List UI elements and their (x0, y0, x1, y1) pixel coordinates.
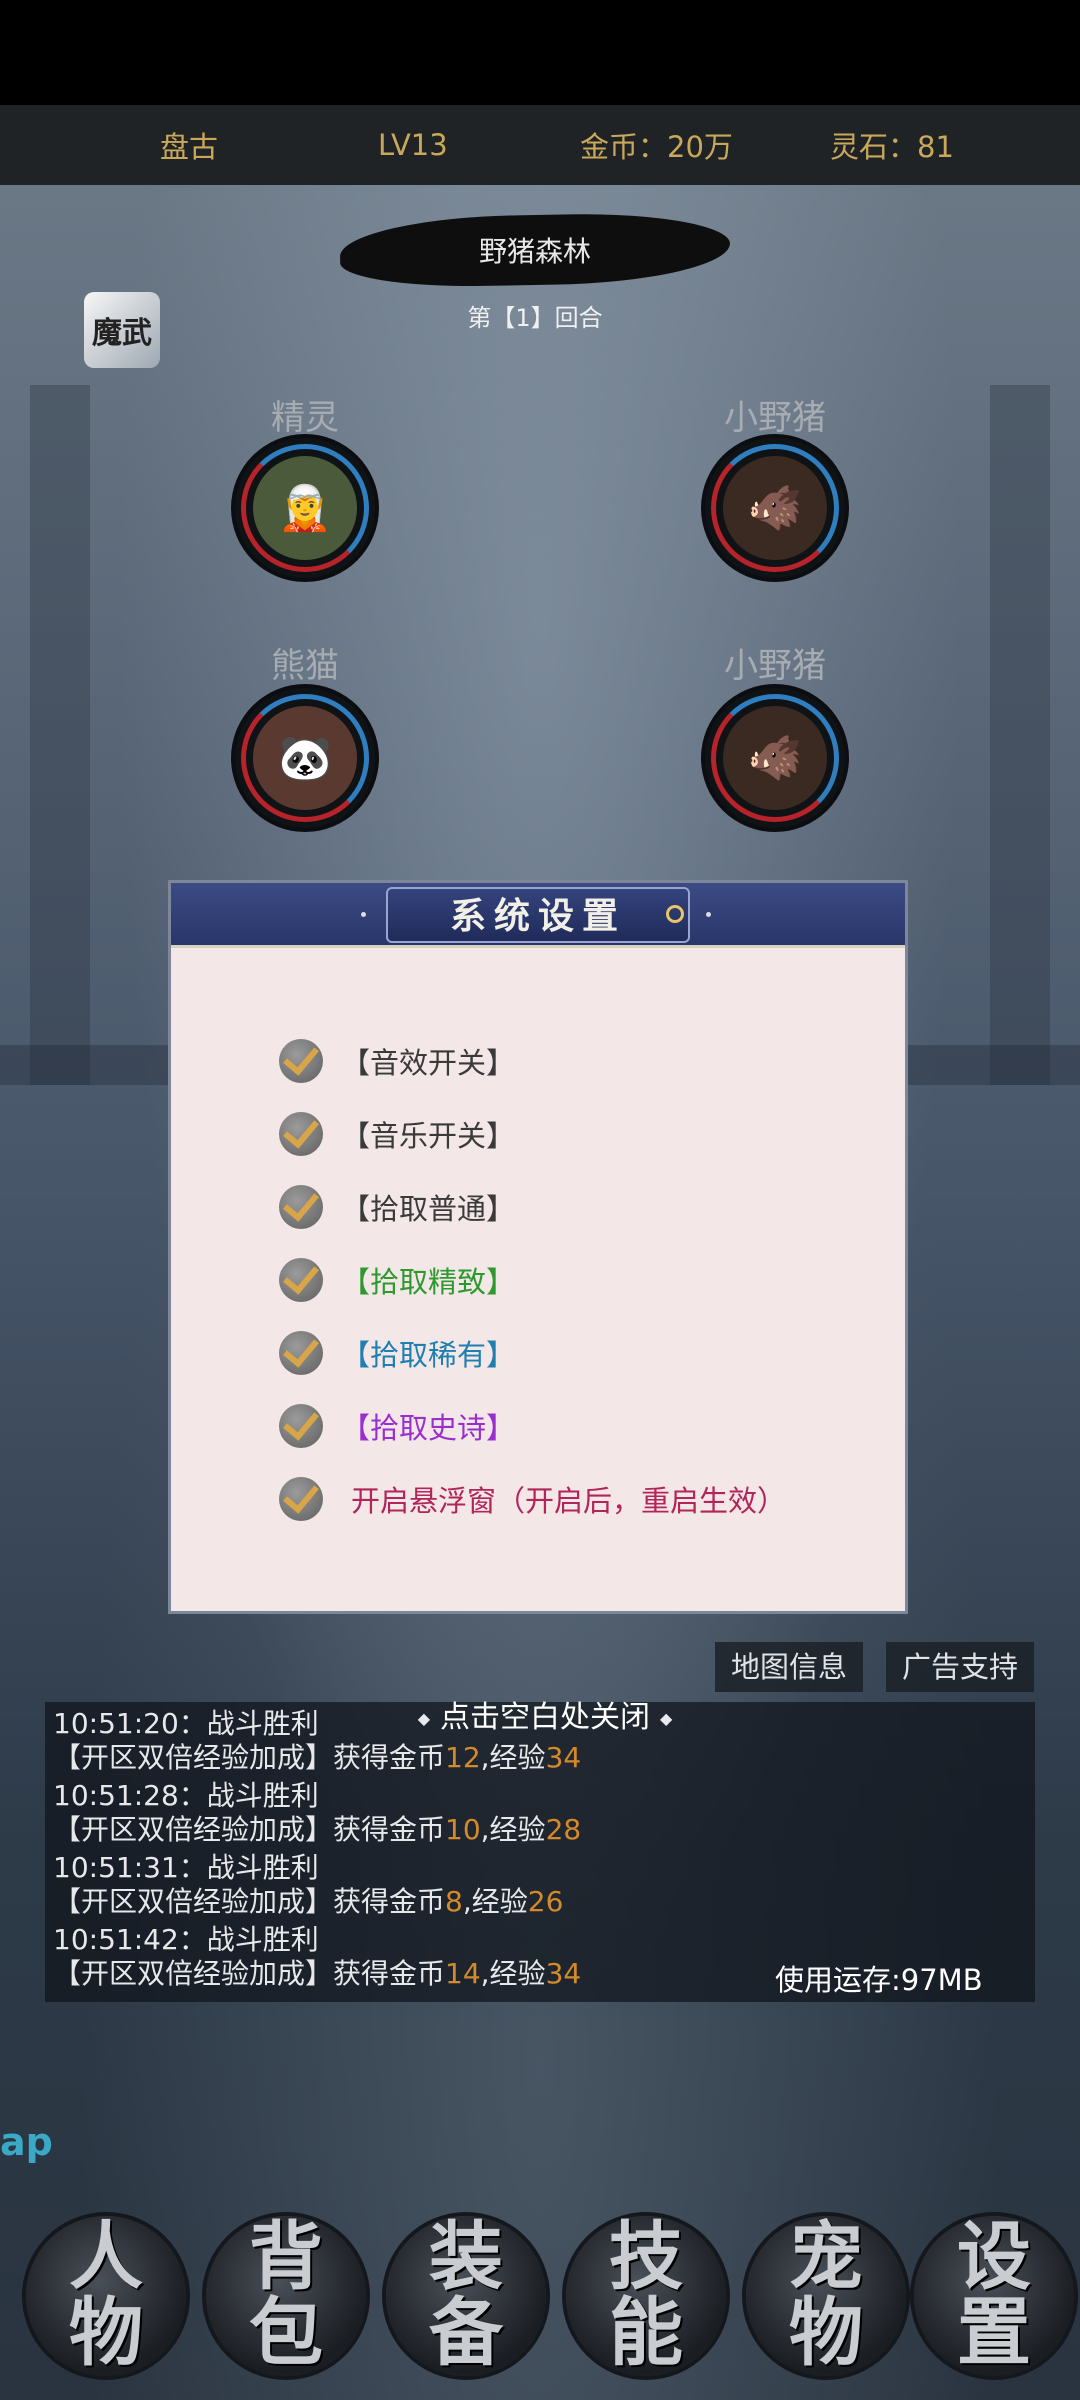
log-line: 【开区双倍经验加成】获得金币12,经验34 (53, 1741, 582, 1774)
nav-pets-button[interactable]: 宠 物 (746, 2216, 906, 2376)
map-name: 野猪森林 (478, 235, 591, 268)
nav-character-button[interactable]: 人 物 (26, 2216, 186, 2376)
checkbox-checked-icon[interactable] (279, 1185, 323, 1229)
option-sound-effects[interactable]: 【音效开关】 (279, 1031, 515, 1091)
boar-avatar-icon: 🐗 (723, 706, 827, 810)
option-label: 开启悬浮窗（开启后，重启生效） (351, 1484, 787, 1518)
checkbox-checked-icon[interactable] (279, 1404, 323, 1448)
system-top-bar (0, 0, 1080, 105)
checkbox-checked-icon[interactable] (279, 1039, 323, 1083)
system-settings-dialog: 系统设置 【音效开关】 【音乐开关】 【拾取普通】 【拾取精致】 【拾取稀有】 … (168, 880, 908, 1614)
checkbox-checked-icon[interactable] (279, 1112, 323, 1156)
log-line: 【开区双倍经验加成】获得金币10,经验28 (53, 1813, 582, 1846)
unit-portrait-boar[interactable]: 🐗 (705, 438, 845, 578)
option-label: 【拾取稀有】 (341, 1338, 516, 1372)
player-name: 盘古 (160, 130, 219, 164)
ad-support-button[interactable]: 广告支持 (886, 1642, 1034, 1692)
checkbox-checked-icon[interactable] (279, 1331, 323, 1375)
dialog-header: 系统设置 (171, 883, 905, 948)
diamond-ornament-icon: ◆ (417, 1709, 430, 1728)
spirit-stone-count: 灵石：81 (830, 130, 954, 164)
option-label: 【拾取史诗】 (341, 1411, 516, 1445)
option-pickup-common[interactable]: 【拾取普通】 (279, 1177, 515, 1237)
gold-count: 金币：20万 (580, 130, 733, 164)
checkbox-checked-icon[interactable] (279, 1477, 323, 1521)
player-status-bar: 盘古 LV13 金币：20万 灵石：81 (0, 105, 1080, 185)
option-label: 【拾取普通】 (341, 1192, 516, 1226)
dialog-title: 系统设置 (386, 887, 690, 943)
checkbox-checked-icon[interactable] (279, 1258, 323, 1302)
diamond-ornament-icon: ◆ (660, 1709, 673, 1728)
side-floating-text[interactable]: ap (0, 2120, 53, 2164)
option-pickup-rare[interactable]: 【拾取稀有】 (279, 1323, 515, 1383)
unit-name: 熊猫 (271, 646, 339, 686)
ornament-dot (361, 912, 366, 917)
log-line: 【开区双倍经验加成】获得金币8,经验26 (53, 1885, 564, 1918)
ornament-dot (706, 912, 711, 917)
unit-name: 小野猪 (724, 646, 826, 686)
bottom-navigation: 人 物 背 包 装 备 技 能 宠 物 设 置 (0, 2190, 1080, 2400)
nav-settings-button[interactable]: 设 置 (914, 2216, 1074, 2376)
app-logo-text: 魔武 (92, 316, 152, 351)
memory-usage: 使用运存:97MB (775, 1963, 983, 1997)
option-pickup-fine[interactable]: 【拾取精致】 (279, 1250, 515, 1310)
app-logo-icon[interactable]: 魔武 (84, 292, 160, 368)
unit-portrait-panda[interactable]: 🐼 (235, 688, 375, 828)
panda-avatar-icon: 🐼 (253, 706, 357, 810)
option-floating-window[interactable]: 开启悬浮窗（开启后，重启生效） (279, 1469, 786, 1529)
round-counter: 第【1】回合 (467, 304, 603, 332)
nav-bag-button[interactable]: 背 包 (206, 2216, 366, 2376)
unit-name: 小野猪 (724, 398, 826, 438)
option-music[interactable]: 【音乐开关】 (279, 1104, 515, 1164)
background-pillar (990, 385, 1050, 1085)
crescent-moon-icon (666, 905, 684, 923)
option-pickup-epic[interactable]: 【拾取史诗】 (279, 1396, 515, 1456)
elf-avatar-icon: 🧝 (253, 456, 357, 560)
player-level: LV13 (378, 128, 448, 162)
option-label: 【拾取精致】 (341, 1265, 516, 1299)
background-pillar (30, 385, 90, 1085)
option-label: 【音乐开关】 (341, 1119, 516, 1153)
unit-portrait-elf[interactable]: 🧝 (235, 438, 375, 578)
unit-portrait-boar-2[interactable]: 🐗 (705, 688, 845, 828)
close-hint: ◆ 点击空白处关闭 ◆ (417, 1700, 673, 1735)
option-label: 【音效开关】 (341, 1046, 516, 1080)
nav-equipment-button[interactable]: 装 备 (386, 2216, 546, 2376)
boar-avatar-icon: 🐗 (723, 456, 827, 560)
unit-name: 精灵 (271, 398, 339, 438)
log-line: 【开区双倍经验加成】获得金币14,经验34 (53, 1957, 582, 1990)
nav-skills-button[interactable]: 技 能 (566, 2216, 726, 2376)
map-info-button[interactable]: 地图信息 (715, 1642, 863, 1692)
